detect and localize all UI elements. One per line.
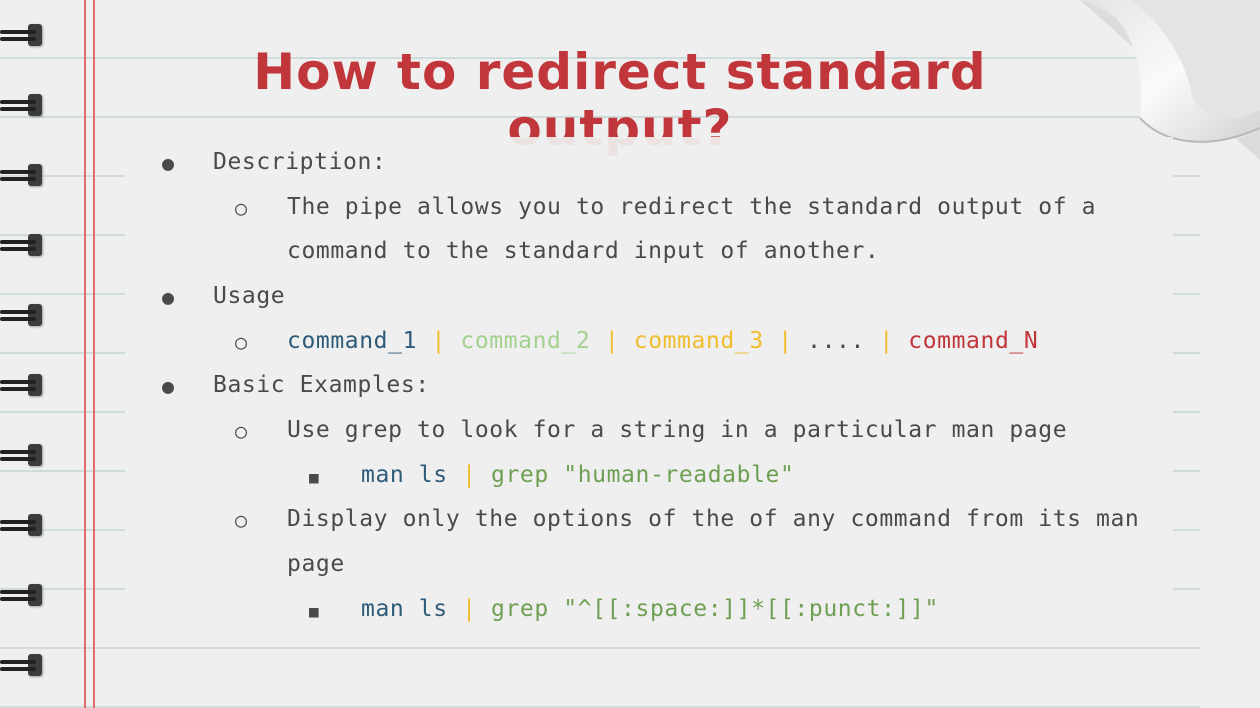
example-1-description: Use grep to look for a string in a parti… <box>287 417 1068 443</box>
usage-pipe-2: | <box>590 328 634 354</box>
usage-pipe-4: | <box>864 328 909 354</box>
description-text-line-2: command to the standard input of another… <box>287 238 880 264</box>
bullet-square-icon: ■ <box>309 468 319 487</box>
usage-dots: .... <box>807 328 865 354</box>
margin-line-right <box>93 0 95 708</box>
spiral-ring-icon <box>0 22 44 48</box>
spiral-ring-icon <box>0 232 44 258</box>
bullet-circle-icon: ○ <box>235 419 248 443</box>
usage-pipe-3: | <box>763 328 808 354</box>
spiral-ring-icon <box>0 652 44 678</box>
spiral-ring-icon <box>0 162 44 188</box>
example-2-description-line-2: page <box>287 551 345 577</box>
bullet-dot-icon: ● <box>162 374 175 398</box>
margin-line-left <box>84 0 86 708</box>
bullet-dot-icon: ● <box>162 151 175 175</box>
example-1-grep-command: grep "human-readable" <box>491 462 795 488</box>
example-1-pipe: | <box>447 462 492 488</box>
section-heading-description: Description: <box>213 149 387 175</box>
usage-pipe-1: | <box>417 328 461 354</box>
usage-command-1: command_1 <box>287 328 418 354</box>
spiral-ring-icon <box>0 372 44 398</box>
bullet-circle-icon: ○ <box>235 508 248 532</box>
bullet-circle-icon: ○ <box>235 196 248 220</box>
usage-pipeline: command_1 | command_2 | command_3 | ....… <box>287 328 1038 354</box>
usage-command-n: command_N <box>908 328 1039 354</box>
bullet-circle-icon: ○ <box>235 330 248 354</box>
description-text-line-1: The pipe allows you to redirect the stan… <box>287 194 1097 220</box>
bullet-dot-icon: ● <box>162 285 175 309</box>
spiral-ring-icon <box>0 512 44 538</box>
example-2-man-command: man ls <box>361 596 448 622</box>
section-heading-usage: Usage <box>213 283 286 309</box>
usage-command-2: command_2 <box>460 328 591 354</box>
usage-command-3: command_3 <box>633 328 764 354</box>
bullet-square-icon: ■ <box>309 602 319 621</box>
example-1-man-command: man ls <box>361 462 448 488</box>
example-2-grep-command: grep "^[[:space:]]*[[:punct:]]" <box>491 596 939 622</box>
spiral-ring-icon <box>0 92 44 118</box>
section-heading-examples: Basic Examples: <box>213 372 430 398</box>
spiral-ring-icon <box>0 582 44 608</box>
spiral-ring-icon <box>0 442 44 468</box>
example-1-code: man ls | grep "human-readable" <box>361 462 794 488</box>
example-2-code: man ls | grep "^[[:space:]]*[[:punct:]]" <box>361 596 939 622</box>
example-2-description-line-1: Display only the options of the of any c… <box>287 506 1140 532</box>
spiral-ring-icon <box>0 302 44 328</box>
example-2-pipe: | <box>447 596 492 622</box>
